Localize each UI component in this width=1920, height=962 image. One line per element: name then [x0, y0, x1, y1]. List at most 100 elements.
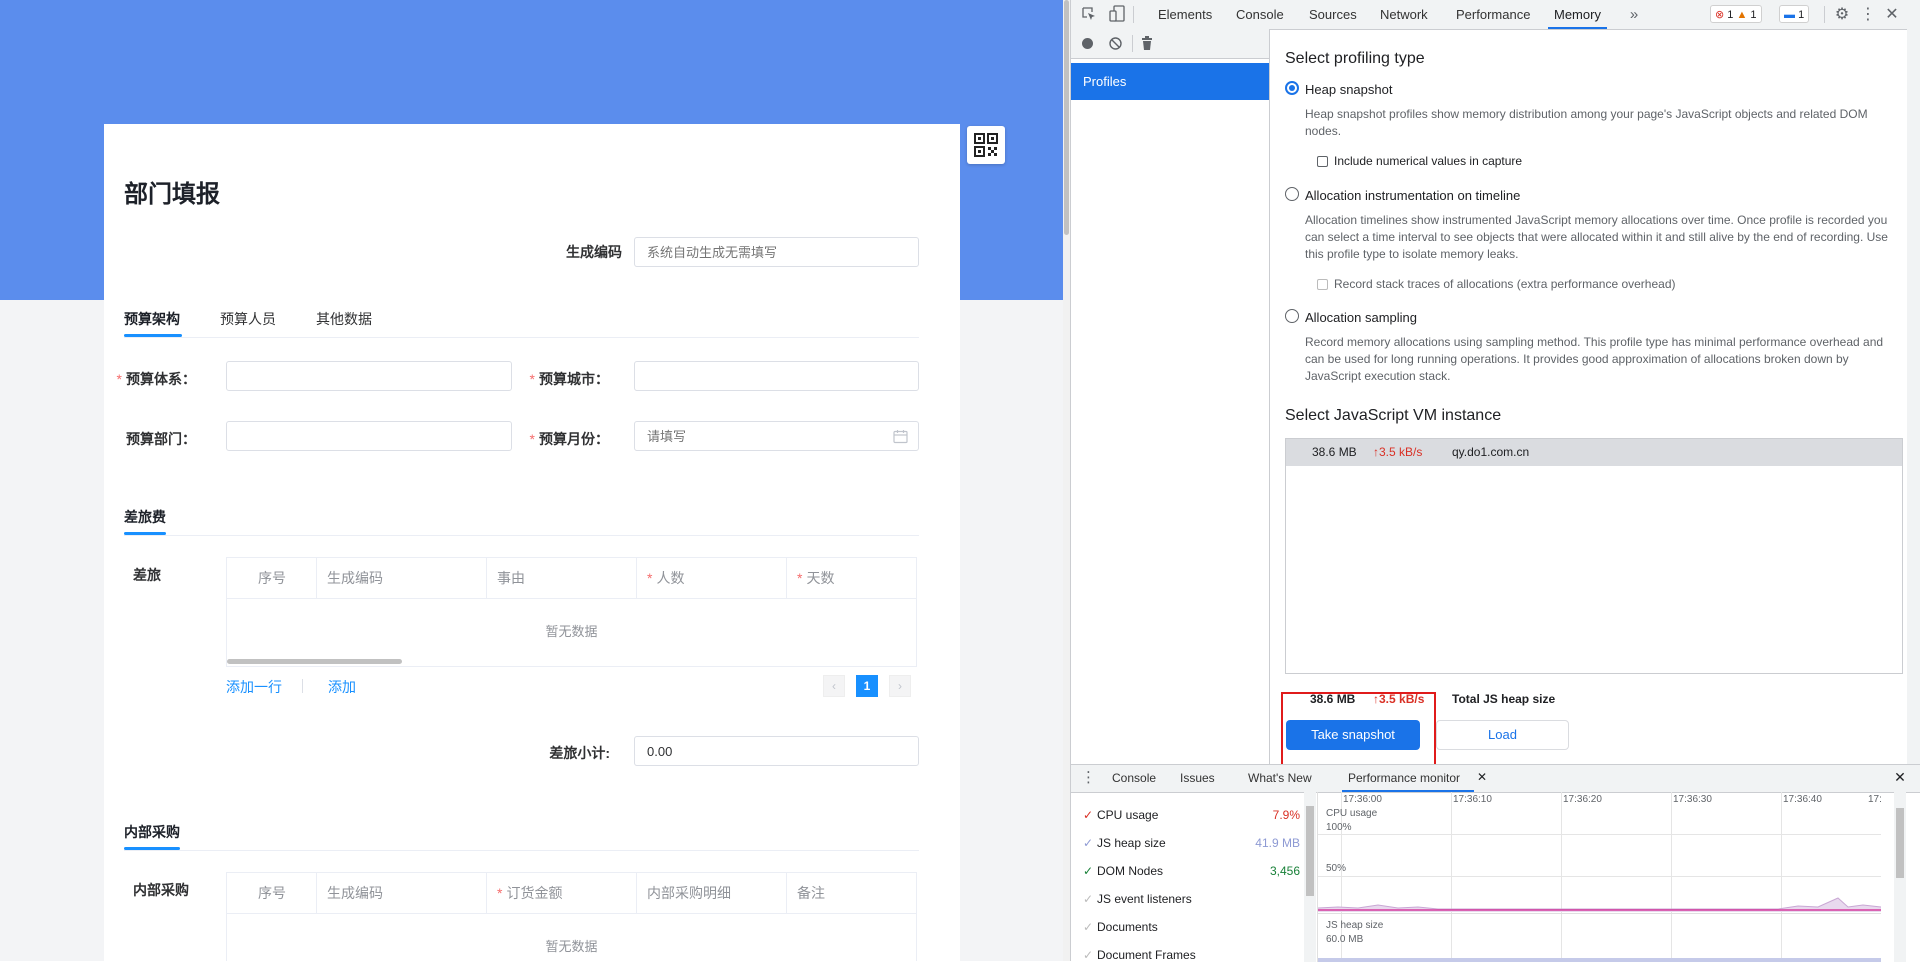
metric-js-heap-size[interactable]: ✓ JS heap size 41.9 MB [1083, 836, 1300, 850]
clear-icon[interactable] [1109, 37, 1122, 50]
budget-month-input[interactable] [634, 421, 919, 451]
drawer-menu-icon[interactable]: ⋮ [1081, 764, 1096, 791]
drawer-tab-issues[interactable]: Issues [1180, 765, 1215, 792]
budget-month-label: * 预算月份： [529, 431, 609, 447]
travel-section-title: 差旅费 [124, 509, 166, 525]
allocation-timeline-desc: Allocation timelines show instrumented J… [1305, 213, 1888, 261]
add-row-link[interactable]: 添加一行 [226, 677, 282, 697]
tab-memory[interactable]: Memory [1548, 0, 1607, 29]
metric-documents[interactable]: ✓ Documents [1083, 920, 1158, 934]
time-label: 17: [1868, 794, 1882, 805]
device-toolbar-icon[interactable] [1109, 5, 1125, 23]
allocation-timeline-radio[interactable] [1285, 187, 1299, 201]
budget-city-label: * 预算城市： [529, 371, 609, 387]
scrollbar-thumb[interactable] [1306, 806, 1314, 896]
tab-sources[interactable]: Sources [1309, 0, 1357, 29]
chart-scrollbar[interactable] [1894, 792, 1906, 962]
issues-badge[interactable]: ⊗ 1 ▲ 1 [1710, 5, 1762, 23]
budget-system-input[interactable] [226, 361, 512, 391]
scrollbar-thumb[interactable] [1064, 0, 1069, 235]
main-scrollbar[interactable] [1907, 29, 1920, 764]
tab-performance[interactable]: Performance [1456, 0, 1530, 29]
heap-snapshot-title: Heap snapshot [1305, 82, 1393, 97]
code-input[interactable] [634, 237, 919, 267]
allocation-timeline-title: Allocation instrumentation on timeline [1305, 188, 1521, 203]
page-title: 部门填报 [124, 181, 220, 208]
time-label: 17:36:40 [1783, 794, 1822, 805]
tab-elements[interactable]: Elements [1158, 0, 1212, 29]
tab-network[interactable]: Network [1380, 0, 1428, 29]
heap-snapshot-radio[interactable] [1285, 81, 1299, 95]
close-tab-icon[interactable]: ✕ [1476, 764, 1488, 791]
purchase-table: 序号 生成编码 * 订货金额 内部采购明细 备注 暂无数据 [226, 872, 917, 961]
close-drawer-icon[interactable]: ✕ [1893, 764, 1907, 791]
tab-budget-structure[interactable]: 预算架构 [124, 309, 180, 329]
kebab-menu-icon[interactable]: ⋮ [1860, 0, 1876, 29]
column-header: * 订货金额 [487, 873, 637, 913]
tab-console[interactable]: Console [1236, 0, 1284, 29]
code-label: 生成编码 [566, 244, 622, 260]
empty-text: 暂无数据 [545, 939, 598, 954]
budget-dept-label: 预算部门： [126, 431, 196, 447]
separator [1133, 6, 1134, 23]
budget-dept-input[interactable] [226, 421, 512, 451]
time-label: 17:36:00 [1343, 794, 1382, 805]
heap-snapshot-desc: Heap snapshot profiles show memory distr… [1305, 107, 1868, 138]
stack-traces-checkbox[interactable] [1317, 279, 1328, 290]
travel-subtotal-input[interactable] [634, 736, 919, 766]
drawer-tab-whats-new[interactable]: What's New [1248, 765, 1312, 792]
web-page: 部门填报 生成编码 预算架构 预算人员 其他数据 *预算体系： *预算城市： 预… [0, 0, 1063, 961]
next-page-button[interactable]: › [889, 675, 911, 697]
record-icon[interactable] [1082, 38, 1093, 49]
allocation-sampling-radio[interactable] [1285, 309, 1299, 323]
numerical-values-checkbox[interactable] [1317, 156, 1328, 167]
time-label: 17:36:10 [1453, 794, 1492, 805]
cpu-usage-line [1318, 897, 1881, 912]
profiling-type-title: Select profiling type [1285, 50, 1425, 67]
time-label: 17:36:30 [1673, 794, 1712, 805]
load-button[interactable]: Load [1436, 720, 1569, 750]
heap-chart-label: JS heap size [1326, 920, 1384, 931]
memory-main: Select profiling type Heap snapshot Heap… [1270, 29, 1920, 792]
more-tabs-icon[interactable]: » [1626, 0, 1642, 29]
allocation-sampling-title: Allocation sampling [1305, 310, 1418, 325]
vm-instance-row[interactable]: 38.6 MB ↑3.5 kB/s qy.do1.com.cn [1286, 439, 1902, 466]
metric-dom-nodes[interactable]: ✓ DOM Nodes 3,456 [1083, 864, 1300, 878]
scrollbar-thumb[interactable] [1896, 808, 1904, 878]
table-scrollbar[interactable] [227, 659, 402, 664]
inspect-element-icon[interactable] [1081, 6, 1097, 22]
table-header: 序号 生成编码 * 订货金额 内部采购明细 备注 [227, 873, 916, 914]
travel-subtotal-label: 差旅小计: [549, 745, 610, 761]
error-icon: ⊗ [1715, 9, 1725, 21]
drawer-tab-console[interactable]: Console [1112, 765, 1156, 792]
metrics-scrollbar[interactable] [1304, 792, 1316, 962]
qr-code-icon[interactable] [967, 126, 1005, 164]
metric-document-frames[interactable]: ✓ Document Frames [1083, 948, 1196, 962]
separator [1824, 6, 1825, 23]
close-devtools-icon[interactable]: ✕ [1884, 0, 1900, 29]
column-header: 生成编码 [317, 558, 487, 598]
grid-line [1318, 834, 1881, 835]
trash-icon[interactable] [1141, 36, 1153, 50]
column-header: 内部采购明细 [637, 873, 787, 913]
metric-js-event-listeners[interactable]: ✓ JS event listeners [1083, 892, 1192, 906]
separator [1132, 35, 1133, 52]
settings-gear-icon[interactable]: ⚙ [1833, 0, 1851, 29]
messages-badge[interactable]: ▬ 1 [1779, 5, 1810, 23]
check-icon: ✓ [1083, 920, 1094, 934]
memory-sidebar: Profiles [1071, 29, 1270, 764]
budget-city-input[interactable] [634, 361, 919, 391]
tab-other-data[interactable]: 其他数据 [316, 309, 372, 329]
numerical-values-label: Include numerical values in capture [1334, 154, 1523, 168]
metric-cpu-usage[interactable]: ✓ CPU usage 7.9% [1083, 808, 1300, 822]
page-number-button[interactable]: 1 [856, 675, 878, 697]
tab-budget-personnel[interactable]: 预算人员 [220, 309, 276, 329]
drawer-tab-performance-monitor[interactable]: Performance monitor [1341, 765, 1475, 792]
check-icon: ✓ [1083, 836, 1094, 850]
add-link[interactable]: 添加 [328, 677, 356, 697]
cpu-100-label: 100% [1326, 822, 1352, 833]
calendar-icon[interactable] [893, 429, 908, 444]
page-scrollbar[interactable] [1063, 0, 1070, 961]
prev-page-button[interactable]: ‹ [823, 675, 845, 697]
sidebar-item-profiles[interactable]: Profiles [1071, 63, 1269, 100]
